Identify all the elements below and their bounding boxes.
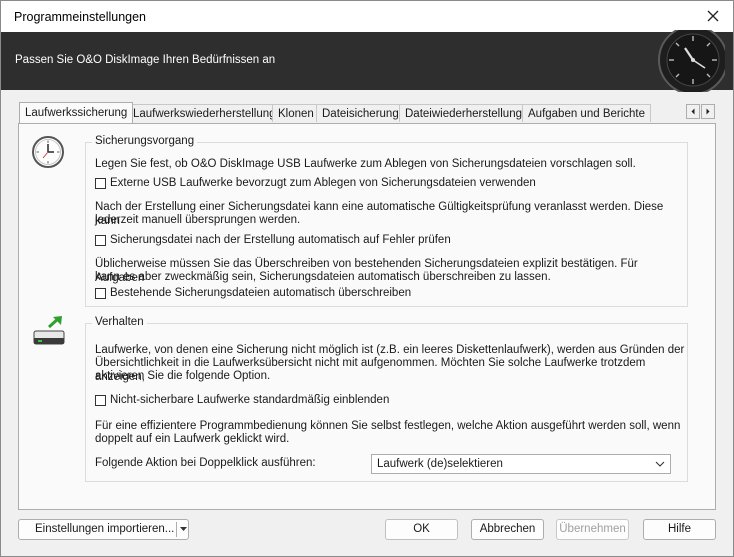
- doubleclick-label: Folgende Aktion bei Doppelklick ausführe…: [95, 457, 316, 469]
- group-sicherungsvorgang: Sicherungsvorgang Legen Sie fest, ob O&O…: [85, 135, 688, 307]
- checkbox-label: Nicht-sicherbare Laufwerke standardmäßig…: [110, 394, 390, 406]
- header-banner: Passen Sie O&O DiskImage Ihren Bedürfnis…: [1, 30, 733, 92]
- tab-dateiwiederherstellung[interactable]: Dateiwiederherstellung: [399, 104, 528, 122]
- drives-text-line1: Laufwerke, von denen eine Sicherung nich…: [95, 344, 685, 356]
- group-title-verhalten: Verhalten: [92, 316, 147, 328]
- ok-button[interactable]: OK: [385, 519, 458, 540]
- action-text-line1: Für eine effizientere Programmbedienung …: [95, 420, 681, 432]
- select-value: Laufwerk (de)selektieren: [377, 458, 503, 470]
- verify-text-line2: jederzeit manuell übersprungen werden.: [95, 214, 301, 226]
- checkbox-label: Externe USB Laufwerke bevorzugt zum Able…: [110, 177, 536, 189]
- tab-scroll-right-button[interactable]: [701, 104, 715, 119]
- import-settings-label: Einstellungen importieren...: [35, 523, 175, 535]
- drives-text-line3: aktivieren Sie die folgende Option.: [95, 370, 271, 382]
- clock-logo-icon: [658, 30, 725, 92]
- dropdown-arrow-icon[interactable]: [180, 527, 187, 532]
- checkbox-label: Sicherungsdatei nach der Erstellung auto…: [110, 234, 451, 246]
- banner-text: Passen Sie O&O DiskImage Ihren Bedürfnis…: [15, 54, 276, 66]
- tab-laufwerkssicherung[interactable]: Laufwerkssicherung: [19, 102, 134, 123]
- usb-intro-text: Legen Sie fest, ob O&O DiskImage USB Lau…: [95, 158, 636, 170]
- group-title-sicherungsvorgang: Sicherungsvorgang: [92, 135, 198, 147]
- help-button[interactable]: Hilfe: [643, 519, 716, 540]
- arrow-left-icon: [691, 108, 695, 115]
- tab-laufwerkswiederherstellung[interactable]: Laufwerkswiederherstellung: [127, 104, 282, 122]
- split-divider: [176, 522, 177, 537]
- cancel-button[interactable]: Abbrechen: [471, 519, 544, 540]
- show-unbackupable-checkbox[interactable]: Nicht-sicherbare Laufwerke standardmäßig…: [95, 394, 389, 406]
- clock-icon: [32, 136, 64, 168]
- arrow-right-icon: [706, 108, 710, 115]
- checkbox-label: Bestehende Sicherungsdateien automatisch…: [110, 287, 412, 299]
- tab-klonen[interactable]: Klonen: [272, 104, 320, 122]
- auto-overwrite-checkbox[interactable]: Bestehende Sicherungsdateien automatisch…: [95, 287, 411, 299]
- tab-aufgaben-und-berichte[interactable]: Aufgaben und Berichte: [522, 104, 652, 122]
- window-title: Programmeinstellungen: [14, 10, 147, 24]
- auto-verify-checkbox[interactable]: Sicherungsdatei nach der Erstellung auto…: [95, 234, 451, 246]
- checkbox-box[interactable]: [95, 177, 106, 189]
- tab-dateisicherung[interactable]: Dateisicherung: [316, 104, 405, 122]
- tab-panel: Sicherungsvorgang Legen Sie fest, ob O&O…: [18, 123, 716, 510]
- checkbox-box[interactable]: [95, 394, 106, 406]
- overwrite-text-line2: kann es aber zweckmäßig sein, Sicherungs…: [95, 271, 551, 283]
- title-bar: Programmeinstellungen: [1, 1, 733, 32]
- doubleclick-action-select[interactable]: Laufwerk (de)selektieren: [371, 454, 671, 474]
- checkbox-box[interactable]: [95, 234, 106, 246]
- action-text-line2: doppelt auf ein Laufwerk geklickt wird.: [95, 433, 290, 445]
- drive-icon: [33, 316, 65, 345]
- group-verhalten: Verhalten Laufwerke, von denen eine Sich…: [85, 316, 688, 482]
- tab-scroll-left-button[interactable]: [686, 104, 700, 119]
- usb-preferred-checkbox[interactable]: Externe USB Laufwerke bevorzugt zum Able…: [95, 177, 536, 189]
- apply-button[interactable]: Übernehmen: [556, 519, 629, 540]
- settings-dialog: Programmeinstellungen Passen Sie O&O Dis…: [0, 0, 734, 557]
- chevron-down-icon: [655, 461, 665, 467]
- checkbox-box[interactable]: [95, 287, 106, 299]
- close-icon[interactable]: [703, 6, 723, 26]
- import-settings-button[interactable]: Einstellungen importieren...: [18, 519, 189, 540]
